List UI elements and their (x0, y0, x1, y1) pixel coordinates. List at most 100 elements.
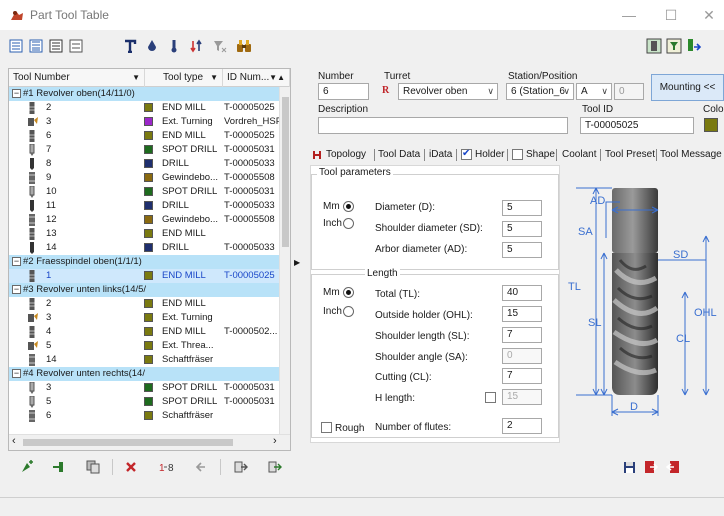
tool-row[interactable]: 6 Schaftfräser (9, 409, 279, 423)
tool-row[interactable]: 9 Gewindebo... T-00005508 (9, 171, 279, 185)
tab-tool-preset[interactable]: Tool Preset (605, 146, 655, 164)
collapse-icon[interactable]: − (12, 285, 21, 294)
total-length-field[interactable]: 40 (502, 285, 542, 301)
tool-row[interactable]: 14 Schaftfräser (9, 353, 279, 367)
tool-row[interactable]: 11 DRILL T-00005033 (9, 199, 279, 213)
import-tool-icon[interactable] (232, 458, 250, 476)
move-tool-icon[interactable] (192, 458, 210, 476)
turret-group-row[interactable]: − #4 Revolver unten rechts(14/ (9, 367, 279, 381)
position-dropdown[interactable]: A ∨ (576, 83, 612, 100)
h-length-checkbox[interactable] (485, 392, 496, 403)
tab-topology[interactable]: Topology (326, 146, 366, 164)
tool-row[interactable]: 12 Gewindebo... T-00005508 (9, 213, 279, 227)
horizontal-scroll-thumb[interactable] (23, 439, 233, 446)
length-unit-inch-radio[interactable] (343, 306, 354, 317)
binoculars-icon[interactable] (234, 36, 254, 56)
tool-row[interactable]: 3 Ext. Turning (9, 311, 279, 325)
minimize-button[interactable]: — (614, 4, 644, 26)
unit-inch-radio[interactable] (343, 218, 354, 229)
splitter-arrow-icon[interactable]: ▶ (294, 258, 300, 267)
tool-row[interactable]: 7 SPOT DRILL T-00005031 (9, 143, 279, 157)
tool-row[interactable]: 14 DRILL T-00005033 (9, 241, 279, 255)
add-tool-icon[interactable] (18, 458, 36, 476)
rough-checkbox[interactable] (321, 422, 332, 433)
turret-group-row[interactable]: − #2 Fraesspindel oben(1/1/1) (9, 255, 279, 269)
tool-row[interactable]: 4 END MILL T-0000502... (9, 325, 279, 339)
description-field[interactable] (318, 117, 568, 134)
text-icon[interactable] (120, 36, 140, 56)
tool-row[interactable]: 6 END MILL T-00005025 (9, 129, 279, 143)
tab-tool-data[interactable]: Tool Data (378, 146, 420, 164)
sort-icon[interactable] (186, 36, 206, 56)
detail-view-icon[interactable] (26, 36, 46, 56)
collapse-icon[interactable]: − (12, 257, 21, 266)
tool-filter-icon[interactable] (664, 36, 684, 56)
turret-dropdown[interactable]: Revolver oben ∨ (398, 83, 498, 100)
tool-row[interactable]: 3 Ext. Turning Vordreh_HSP (9, 115, 279, 129)
tool-row[interactable]: 2 END MILL (9, 297, 279, 311)
sort-down-icon[interactable]: ▼ (210, 69, 218, 87)
save-icon[interactable] (620, 458, 638, 476)
turret-group-row[interactable]: − #3 Revolver unten links(14/5/ (9, 283, 279, 297)
copy-tool-icon[interactable] (84, 458, 102, 476)
filter-clear-icon[interactable] (210, 36, 230, 56)
collapse-icon[interactable]: − (12, 369, 21, 378)
tool-row[interactable]: 1 END MILL T-00005025 (9, 269, 279, 283)
outside-holder-field[interactable]: 15 (502, 306, 542, 322)
scroll-up-icon[interactable]: ▲ (277, 69, 285, 87)
scroll-right-icon[interactable]: › (273, 435, 277, 447)
tool-row[interactable]: 5 Ext. Threa... (9, 339, 279, 353)
shape-checkbox[interactable] (512, 149, 523, 160)
thermometer-icon[interactable] (164, 36, 184, 56)
tab-coolant[interactable]: Coolant (562, 146, 596, 164)
tool-color-swatch[interactable] (704, 118, 718, 132)
insert-tool-icon[interactable] (50, 458, 68, 476)
drop-icon[interactable] (142, 36, 162, 56)
delete-tool-icon[interactable] (122, 458, 140, 476)
mounting-button[interactable]: Mounting << (651, 74, 724, 101)
export-table-icon[interactable] (642, 458, 660, 476)
collapse-icon[interactable]: − (12, 89, 21, 98)
cutting-length-field[interactable]: 7 (502, 368, 542, 384)
column-tool-number[interactable]: Tool Number ▼ (9, 69, 145, 87)
tool-row[interactable]: 2 END MILL T-00005025 (9, 101, 279, 115)
sort-down-icon[interactable]: ▼ (269, 69, 277, 87)
column-tool-type[interactable]: Tool type ▼ (159, 69, 223, 87)
horizontal-scrollbar[interactable]: ‹ › (9, 434, 290, 450)
station-dropdown[interactable]: 6 (Station_6 ∨ (506, 83, 574, 100)
tool-row[interactable]: 13 END MILL (9, 227, 279, 241)
grid-view-icon[interactable] (66, 36, 86, 56)
turret-group-row[interactable]: − #1 Revolver oben(14/11/0) (9, 87, 279, 101)
shoulder-length-field[interactable]: 7 (502, 327, 542, 343)
close-button[interactable]: ✕ (694, 4, 724, 26)
tool-row[interactable]: 3 SPOT DRILL T-00005031 (9, 381, 279, 395)
vertical-scrollbar[interactable] (279, 87, 290, 434)
table-view-icon[interactable] (46, 36, 66, 56)
tool-row[interactable]: 10 SPOT DRILL T-00005031 (9, 185, 279, 199)
renumber-icon[interactable]: 18 (158, 458, 176, 476)
tool-id-field[interactable]: T-00005025 (580, 117, 694, 134)
holder-checkbox[interactable] (461, 148, 472, 160)
scroll-left-icon[interactable]: ‹ (12, 435, 16, 447)
flutes-field[interactable]: 2 (502, 418, 542, 434)
number-field[interactable]: 6 (318, 83, 369, 100)
sort-down-icon[interactable]: ▼ (132, 69, 140, 87)
length-unit-mm-radio[interactable] (343, 287, 354, 298)
vertical-scroll-thumb[interactable] (282, 97, 289, 247)
export-tool-icon[interactable] (266, 458, 284, 476)
tab-shape[interactable]: Shape (526, 146, 555, 164)
diameter-field[interactable]: 5 (502, 200, 542, 216)
tab-holder[interactable]: Holder (475, 146, 504, 164)
tab-tool-message[interactable]: Tool Message (660, 146, 722, 164)
list-view-icon[interactable] (6, 36, 26, 56)
exit-icon[interactable] (664, 458, 682, 476)
tool-export-icon[interactable] (684, 36, 704, 56)
tool-image-icon[interactable] (644, 36, 664, 56)
arbor-diameter-field[interactable]: 5 (502, 242, 542, 258)
shoulder-diameter-field[interactable]: 5 (502, 221, 542, 237)
unit-mm-radio[interactable] (343, 201, 354, 212)
tab-idata[interactable]: iData (429, 146, 452, 164)
maximize-button[interactable]: ☐ (656, 4, 686, 26)
column-id-number[interactable]: ID Num... ▼ ▲ (223, 69, 290, 87)
tool-row[interactable]: 8 DRILL T-00005033 (9, 157, 279, 171)
